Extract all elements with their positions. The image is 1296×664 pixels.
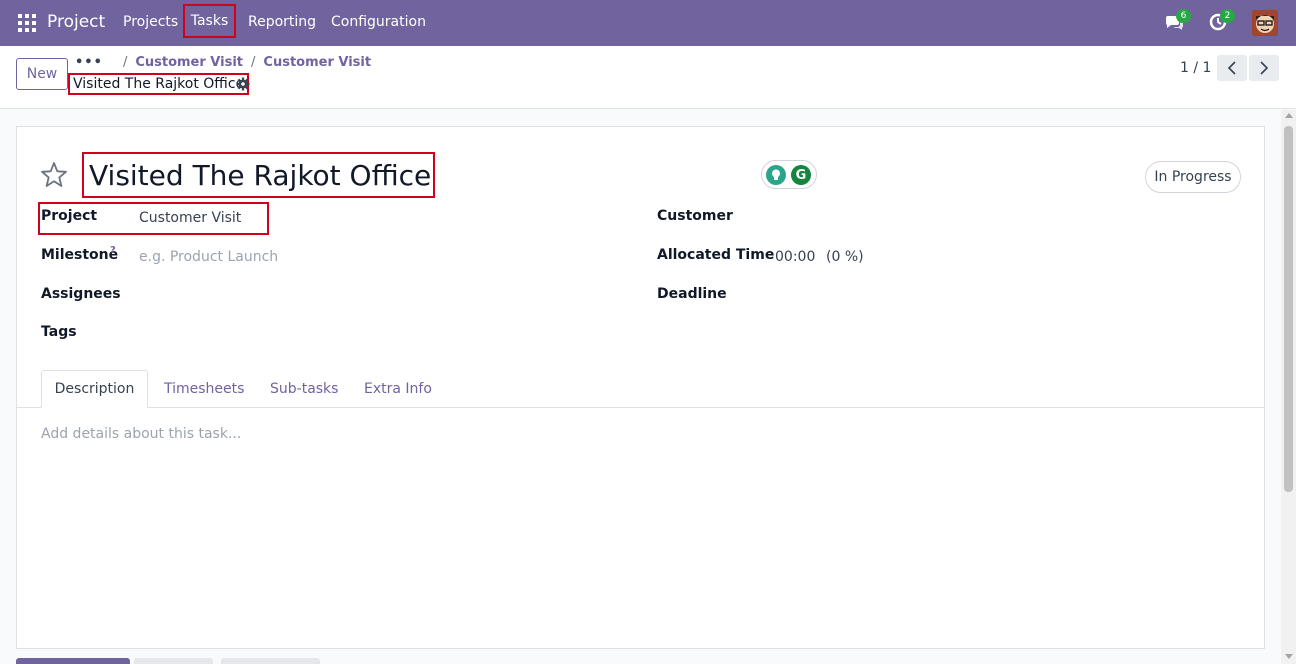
description-editor[interactable]: Add details about this task...	[41, 426, 241, 442]
breadcrumb-current-record: Visited The Rajkot Office	[68, 73, 250, 95]
milestone-field[interactable]: e.g. Product Launch	[139, 249, 278, 265]
breadcrumb-tasks[interactable]: Customer Visit	[263, 55, 371, 70]
messages-button[interactable]: 6	[1164, 9, 1191, 32]
new-button[interactable]: New	[16, 58, 68, 90]
breadcrumb-project[interactable]: Customer Visit	[135, 55, 243, 70]
milestone-help-icon[interactable]: ?	[110, 245, 116, 256]
allocated-time-label: Allocated Time	[657, 247, 775, 263]
lightbulb-icon[interactable]	[766, 165, 786, 185]
star-icon[interactable]	[40, 161, 68, 189]
pager-value[interactable]: 1 / 1	[1180, 60, 1211, 76]
form-sheet: Visited The Rajkot Office G In Progress …	[16, 126, 1265, 649]
scroll-up-arrow-icon[interactable]	[1285, 113, 1293, 118]
activities-button[interactable]: 2	[1208, 9, 1235, 32]
activities-badge: 2	[1220, 9, 1235, 23]
allocated-time-field[interactable]: 00:00	[775, 249, 815, 265]
ai-assist-widget[interactable]: G	[761, 160, 817, 189]
breadcrumb: ••• / Customer Visit / Customer Visit	[75, 55, 371, 70]
task-title-field[interactable]: Visited The Rajkot Office	[82, 152, 435, 198]
nav-configuration[interactable]: Configuration	[331, 14, 426, 30]
bottom-primary-button[interactable]	[16, 658, 130, 664]
tags-label: Tags	[41, 324, 77, 340]
nav-tasks[interactable]: Tasks	[183, 4, 236, 38]
gear-icon[interactable]	[236, 77, 250, 91]
bottom-tertiary-button[interactable]	[221, 658, 320, 664]
messages-badge: 6	[1176, 9, 1191, 23]
assignees-label: Assignees	[41, 286, 121, 302]
breadcrumb-separator: /	[122, 55, 128, 70]
nav-projects[interactable]: Projects	[123, 14, 178, 30]
user-avatar[interactable]	[1252, 10, 1278, 36]
stage-status-button[interactable]: In Progress	[1145, 161, 1241, 193]
tab-description[interactable]: Description	[41, 370, 148, 408]
tab-sub-tasks[interactable]: Sub-tasks	[270, 370, 338, 408]
breadcrumb-more[interactable]: •••	[75, 55, 103, 70]
breadcrumb-separator: /	[251, 55, 256, 70]
project-field[interactable]: Customer Visit	[139, 210, 241, 226]
deadline-label: Deadline	[657, 286, 727, 302]
scrollbar-thumb[interactable]	[1284, 126, 1293, 492]
bottom-secondary-button[interactable]	[134, 658, 213, 664]
allocated-time-percent: (0 %)	[826, 249, 864, 265]
pager-previous-button[interactable]	[1217, 55, 1247, 81]
pager-next-button[interactable]	[1249, 55, 1279, 81]
app-brand[interactable]: Project	[47, 12, 105, 32]
apps-menu-icon[interactable]	[18, 14, 36, 32]
tab-timesheets[interactable]: Timesheets	[164, 370, 244, 408]
task-title: Visited The Rajkot Office	[89, 159, 432, 192]
nav-reporting[interactable]: Reporting	[248, 14, 316, 30]
top-navbar: Project Projects Tasks Reporting Configu…	[0, 0, 1296, 46]
control-panel: New ••• / Customer Visit / Customer Visi…	[0, 46, 1296, 109]
page-scrollbar[interactable]	[1281, 110, 1296, 664]
user-face-icon	[1252, 10, 1278, 36]
scroll-down-arrow-icon[interactable]	[1285, 654, 1293, 659]
customer-label: Customer	[657, 208, 733, 224]
chevron-right-icon	[1260, 61, 1269, 75]
grammarly-icon[interactable]: G	[791, 165, 811, 185]
milestone-label: Milestone	[41, 247, 119, 263]
chevron-left-icon	[1227, 61, 1236, 75]
tab-extra-info[interactable]: Extra Info	[364, 370, 432, 408]
